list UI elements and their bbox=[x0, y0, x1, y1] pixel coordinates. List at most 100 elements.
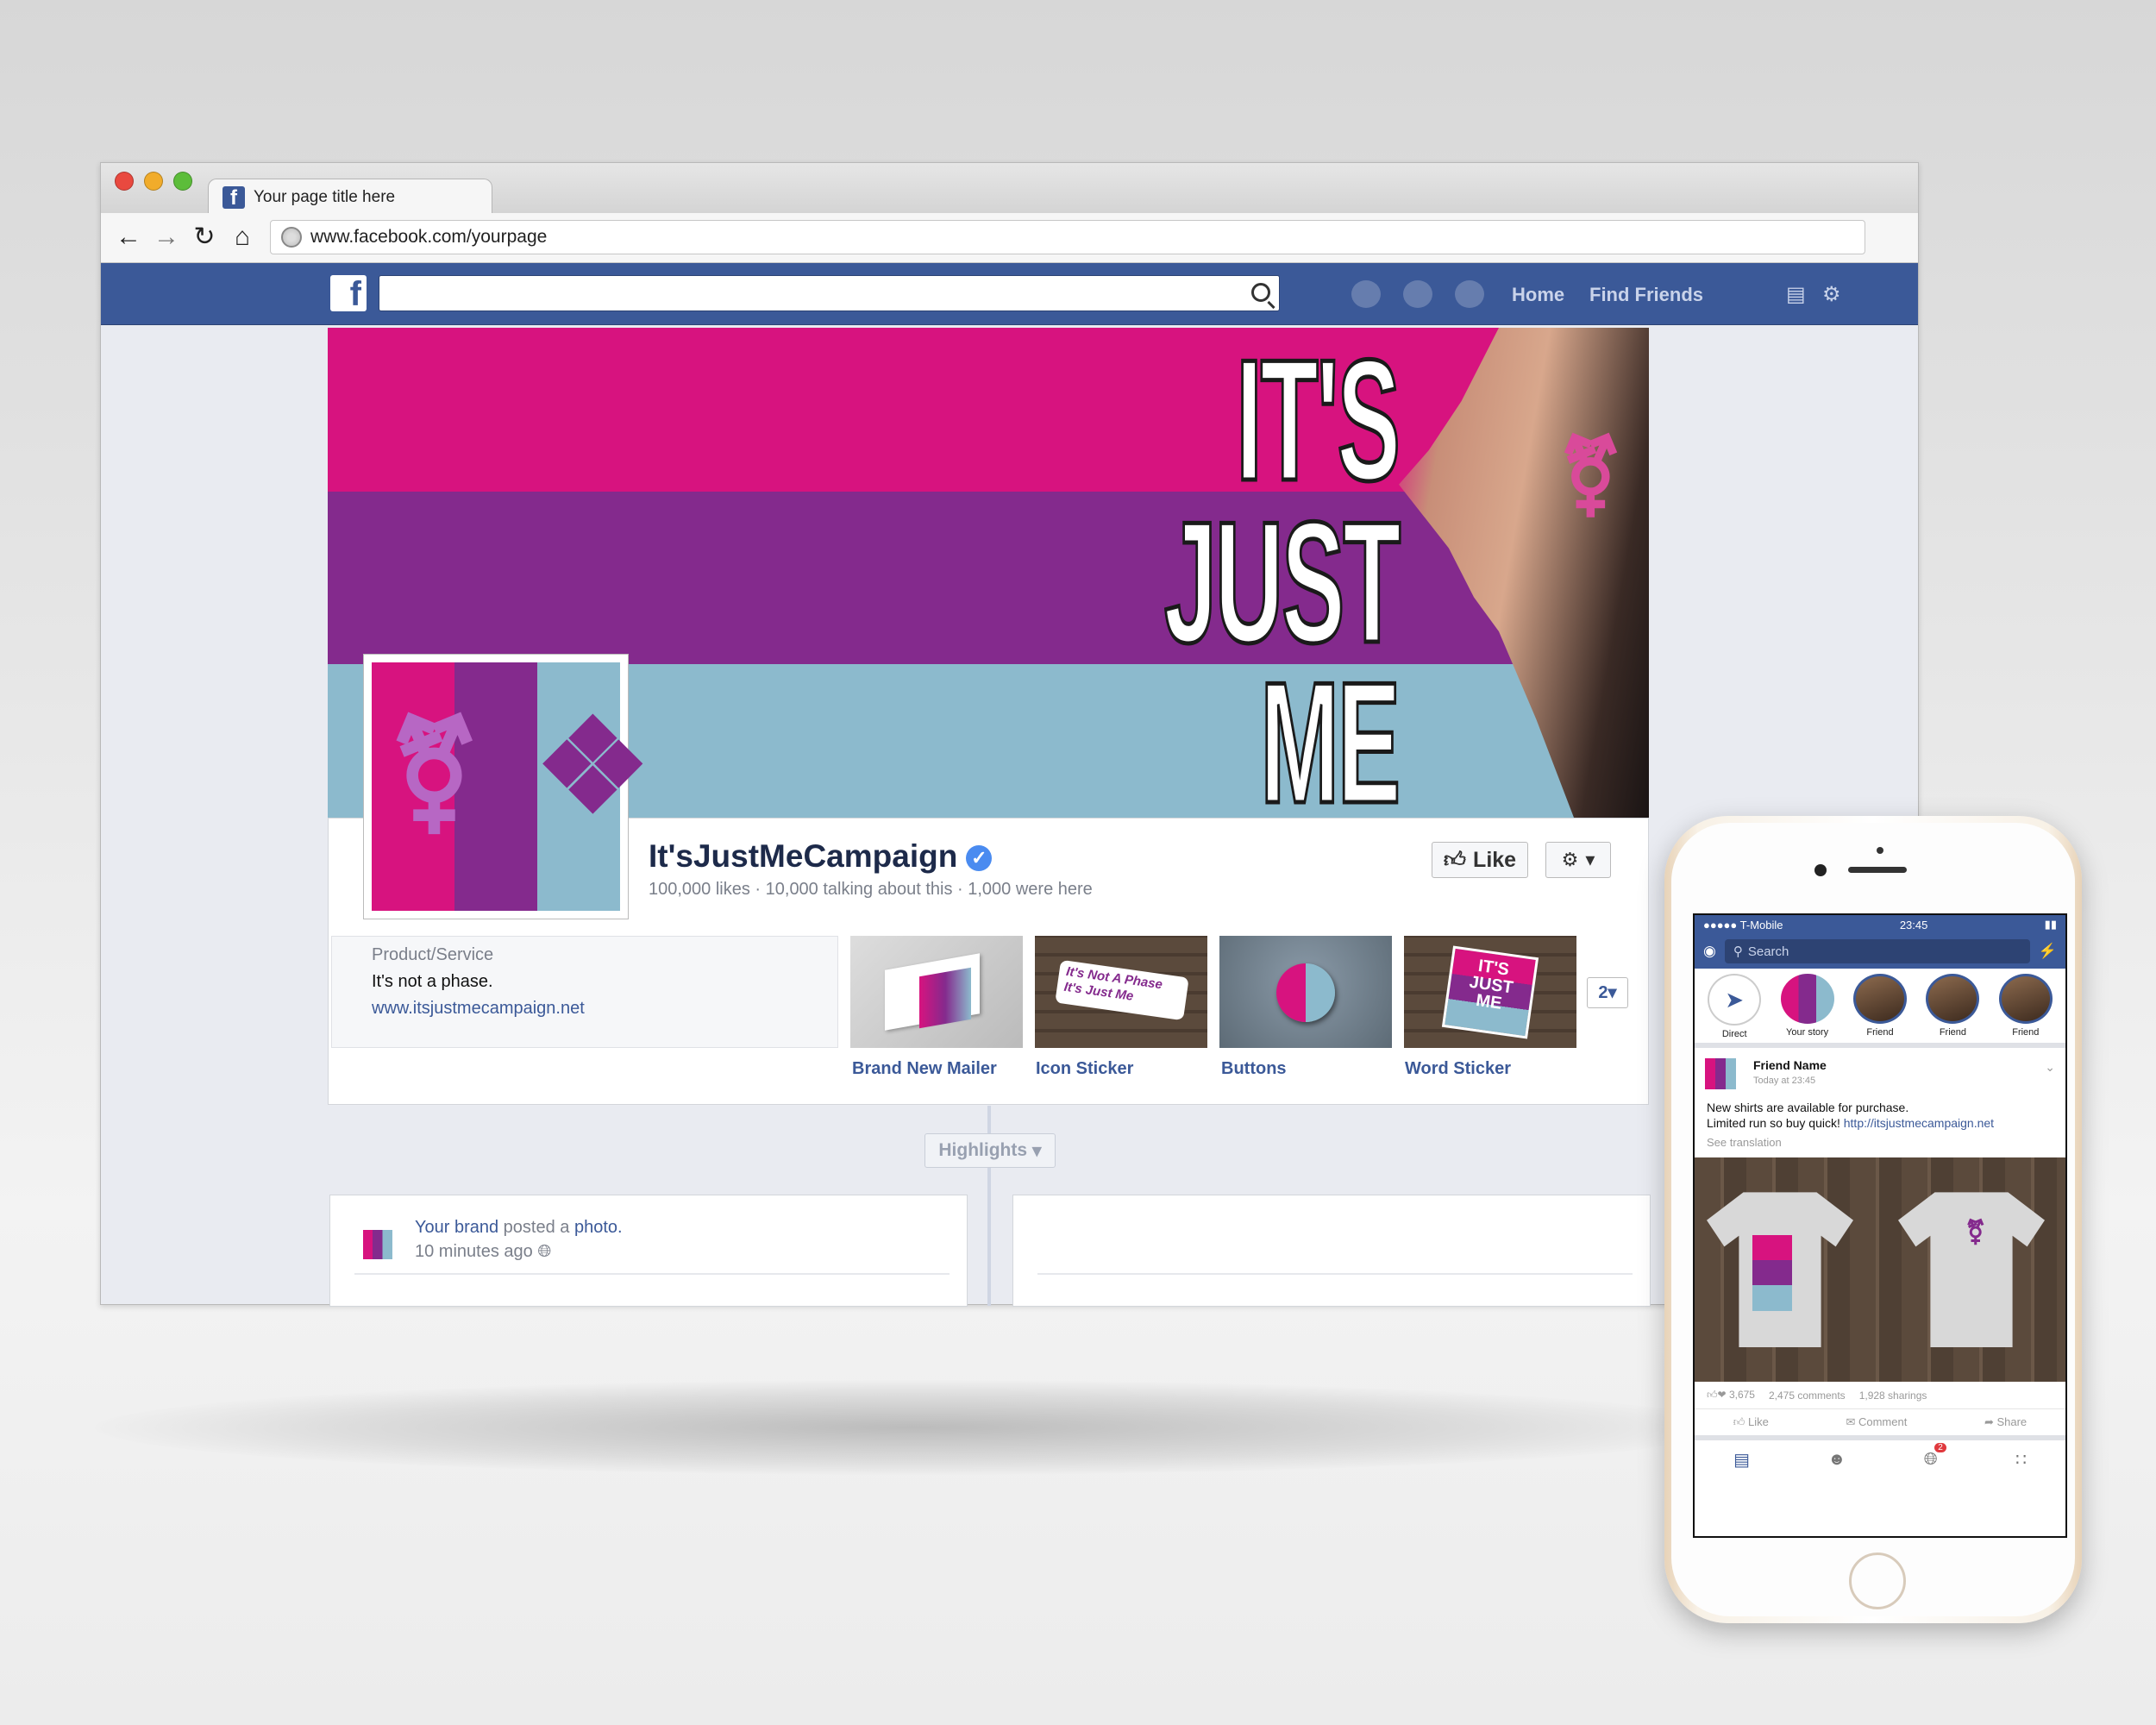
find-friends-link[interactable]: Find Friends bbox=[1589, 284, 1703, 306]
post-avatar[interactable] bbox=[1705, 1058, 1736, 1089]
like-action[interactable]: 👍︎ Like bbox=[1733, 1415, 1769, 1429]
timeline-post: Your brand posted a photo. 10 minutes ag… bbox=[329, 1195, 968, 1307]
app-thumb-buttons[interactable] bbox=[1219, 936, 1392, 1048]
friend-avatar bbox=[1853, 974, 1908, 1024]
cover-text-me: ME bbox=[1259, 647, 1402, 818]
profile-picture[interactable]: ⚧ ❖ bbox=[364, 655, 650, 919]
word-sticker-text: IT'S JUST ME bbox=[1441, 945, 1539, 1039]
browser-titlebar: f Your page title here bbox=[101, 163, 1918, 215]
post-link[interactable]: http://itsjustmecampaign.net bbox=[1844, 1116, 1994, 1130]
reload-icon[interactable]: ↻ bbox=[189, 222, 220, 253]
phone-speaker bbox=[1848, 867, 1907, 873]
mobile-search-input[interactable]: ⚲ Search bbox=[1724, 939, 2030, 963]
app-thumb-word-sticker[interactable]: IT'S JUST ME bbox=[1404, 936, 1576, 1048]
story-friend[interactable]: Friend bbox=[1916, 974, 1989, 1038]
messages-icon[interactable] bbox=[1403, 280, 1432, 308]
tshirt-back bbox=[1898, 1192, 2045, 1348]
phone-home-button[interactable] bbox=[1849, 1552, 1906, 1609]
battery-icon: ▮▮ bbox=[2044, 918, 2057, 931]
tshirt-print bbox=[1752, 1235, 1792, 1312]
back-arrow-icon[interactable]: ← bbox=[113, 222, 144, 253]
facebook-search-input[interactable] bbox=[379, 275, 1280, 311]
messenger-icon[interactable]: ⚡ bbox=[2039, 943, 2057, 960]
reactions-bar: 👍︎❤︎ 3,675 2,475 comments 1,928 sharings bbox=[1695, 1382, 2065, 1410]
thumbs-up-icon: 👍︎ bbox=[1443, 848, 1467, 872]
app-label-buttons[interactable]: Buttons bbox=[1221, 1059, 1287, 1079]
app-label-mailer[interactable]: Brand New Mailer bbox=[852, 1059, 997, 1079]
paper-plane-icon: ➤ bbox=[1708, 974, 1762, 1026]
like-page-button[interactable]: 👍︎ Like bbox=[1432, 842, 1528, 878]
ground-shadow bbox=[95, 1380, 1733, 1475]
post-time: Today at 23:45 bbox=[1753, 1076, 1816, 1086]
phone-face: ●●●●● T-Mobile 23:45 ▮▮ ◉ ⚲ Search ⚡ ➤ Di… bbox=[1671, 823, 2075, 1616]
mobile-post-header: Friend Name Today at 23:45 ⌄ bbox=[1695, 1048, 2065, 1100]
notifications-icon[interactable]: 🌐︎ 2 bbox=[1924, 1442, 1946, 1470]
share-action[interactable]: ➦ Share bbox=[1984, 1415, 2027, 1429]
close-window-button[interactable] bbox=[115, 172, 134, 191]
highlights-dropdown[interactable]: Highlights ▾ bbox=[924, 1133, 1056, 1168]
website-link[interactable]: www.itsjustmecampaign.net bbox=[372, 999, 798, 1019]
your-story-avatar bbox=[1780, 974, 1834, 1024]
post-author-name[interactable]: Friend Name bbox=[1753, 1058, 1827, 1072]
search-icon[interactable] bbox=[1251, 283, 1270, 302]
reaction-icons: 👍︎❤︎ 3,675 bbox=[1707, 1389, 1755, 1402]
comment-action[interactable]: ✉ Comment bbox=[1846, 1415, 1907, 1429]
woman-figure-icon: ❖ bbox=[535, 693, 651, 838]
smartphone-mockup: ●●●●● T-Mobile 23:45 ▮▮ ◉ ⚲ Search ⚡ ➤ Di… bbox=[1664, 816, 2082, 1623]
search-placeholder: Search bbox=[1747, 944, 1789, 959]
story-friend[interactable]: Friend bbox=[1990, 974, 2062, 1038]
page-title: It'sJustMeCampaign ✓ bbox=[649, 838, 993, 875]
chevron-down-icon[interactable]: ⌄ bbox=[2045, 1060, 2055, 1075]
cover-text-just: JUST bbox=[1163, 486, 1401, 679]
like-label: Like bbox=[1473, 847, 1517, 872]
sharings-count[interactable]: 1,928 sharings bbox=[1859, 1389, 1927, 1402]
comments-count[interactable]: 2,475 comments bbox=[1769, 1389, 1846, 1402]
post-photo[interactable]: ⚧ bbox=[1695, 1157, 2065, 1383]
story-direct[interactable]: ➤ Direct bbox=[1698, 974, 1771, 1039]
carrier-text: ●●●●● T-Mobile bbox=[1703, 918, 1783, 932]
browser-tab[interactable]: f Your page title here bbox=[208, 179, 492, 215]
news-feed-icon[interactable]: ▤ bbox=[1733, 1449, 1750, 1471]
category-label: Product/Service bbox=[372, 945, 494, 964]
app-thumb-mailer[interactable] bbox=[850, 936, 1023, 1048]
divider bbox=[354, 1273, 950, 1275]
menu-grid-icon[interactable]: ∷ bbox=[2015, 1449, 2027, 1471]
post-timestamp: 10 minutes ago 🌐︎ bbox=[415, 1242, 552, 1261]
tab-title: Your page title here bbox=[254, 187, 396, 206]
highlights-label: Highlights bbox=[938, 1140, 1028, 1160]
app-label-word-sticker[interactable]: Word Sticker bbox=[1405, 1059, 1511, 1079]
facebook-logo-icon[interactable]: f bbox=[330, 275, 367, 311]
page-stats: 100,000 likes · 10,000 talking about thi… bbox=[649, 880, 1093, 899]
brand-avatar[interactable] bbox=[363, 1230, 392, 1259]
friend-requests-icon[interactable] bbox=[1351, 280, 1381, 308]
home-icon[interactable]: ⌂ bbox=[227, 222, 258, 253]
see-translation-link[interactable]: See translation bbox=[1695, 1131, 2065, 1154]
page-name-text: It'sJustMeCampaign bbox=[649, 838, 958, 874]
more-apps-button[interactable]: 2▾ bbox=[1587, 977, 1628, 1008]
story-friend[interactable]: Friend bbox=[1844, 974, 1916, 1038]
post-object-link[interactable]: photo. bbox=[574, 1218, 623, 1237]
forward-arrow-icon[interactable]: → bbox=[151, 222, 182, 253]
app-thumb-icon-sticker[interactable]: It's Not A Phase It's Just Me bbox=[1035, 936, 1207, 1048]
camera-icon[interactable]: ◉ bbox=[1703, 943, 1716, 960]
maximize-window-button[interactable] bbox=[173, 172, 192, 191]
privacy-shortcuts-icon[interactable]: ▤ bbox=[1786, 282, 1806, 307]
story-yours[interactable]: Your story bbox=[1771, 974, 1843, 1038]
page-options-button[interactable]: ⚙ ▾ bbox=[1545, 842, 1611, 878]
facebook-favicon-icon: f bbox=[222, 185, 245, 209]
minimize-window-button[interactable] bbox=[144, 172, 163, 191]
friend-avatar bbox=[1926, 974, 1980, 1024]
friend-avatar bbox=[1998, 974, 2053, 1024]
timeline-post-empty bbox=[1012, 1195, 1651, 1307]
address-bar[interactable]: www.facebook.com/yourpage bbox=[270, 220, 1865, 254]
friends-icon[interactable]: ☻ bbox=[1827, 1450, 1846, 1470]
mobile-nav: ◉ ⚲ Search ⚡ bbox=[1695, 934, 2065, 969]
notifications-globe-icon[interactable] bbox=[1455, 280, 1484, 308]
app-label-icon-sticker[interactable]: Icon Sticker bbox=[1036, 1059, 1133, 1079]
caret-down-icon: ▾ bbox=[1585, 849, 1595, 870]
caret-down-icon: ▾ bbox=[1032, 1140, 1042, 1161]
home-link[interactable]: Home bbox=[1512, 284, 1564, 306]
page-description: It's not a phase. bbox=[372, 972, 493, 991]
settings-gear-icon[interactable]: ⚙ bbox=[1822, 282, 1841, 307]
post-author-link[interactable]: Your brand bbox=[415, 1218, 498, 1237]
